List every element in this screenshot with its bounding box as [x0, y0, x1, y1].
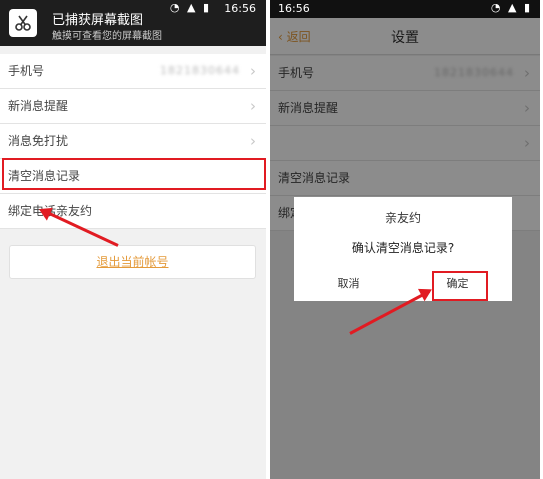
status-bar: 16:56 ◔ ▲ ▮ [270, 0, 540, 18]
screenshot-notification[interactable]: 已捕获屏幕截图 触摸可查看您的屏幕截图 ◔ ▲ ▮ 16:56 [0, 0, 266, 46]
highlight-box [432, 271, 488, 301]
status-bar: ◔ ▲ ▮ 16:56 [0, 0, 266, 18]
status-icons: ◔ ▲ ▮ [490, 1, 532, 14]
dialog-message: 确认清空消息记录? [351, 241, 455, 255]
settings-list: 手机号 1821830644 › 新消息提醒 › 消息免打扰 › 清空消息记录 … [0, 54, 266, 229]
status-time: 16:56 [278, 2, 310, 15]
left-settings-screen: 已捕获屏幕截图 触摸可查看您的屏幕截图 ◔ ▲ ▮ 16:56 手机号 1821… [0, 0, 266, 479]
chevron-right-icon: › [250, 97, 256, 115]
phone-value: 1821830644 [160, 64, 240, 77]
cancel-button[interactable]: 取消 [294, 275, 403, 291]
screenshot-comparison: 已捕获屏幕截图 触摸可查看您的屏幕截图 ◔ ▲ ▮ 16:56 手机号 1821… [0, 0, 543, 479]
dialog-title: 亲友约 [384, 211, 421, 225]
setting-phone[interactable]: 手机号 1821830644 › [0, 54, 266, 89]
status-time: 16:56 [224, 2, 256, 15]
setting-label: 消息免打扰 [8, 134, 69, 148]
notification-subtitle: 触摸可查看您的屏幕截图 [52, 31, 162, 42]
right-settings-screen: 16:56 ◔ ▲ ▮ ‹ 返回 设置 手机号 1821830644 › 新消息… [270, 0, 540, 479]
setting-do-not-disturb[interactable]: 消息免打扰 › [0, 124, 266, 159]
highlight-box [2, 158, 266, 190]
logout-button[interactable]: 退出当前帐号 [9, 245, 256, 279]
chevron-right-icon: › [250, 132, 256, 150]
setting-label: 新消息提醒 [8, 99, 69, 113]
setting-label: 手机号 [8, 64, 45, 78]
setting-new-message-alert[interactable]: 新消息提醒 › [0, 89, 266, 124]
chevron-right-icon: › [250, 62, 256, 80]
status-icons: ◔ ▲ ▮ [169, 1, 211, 14]
